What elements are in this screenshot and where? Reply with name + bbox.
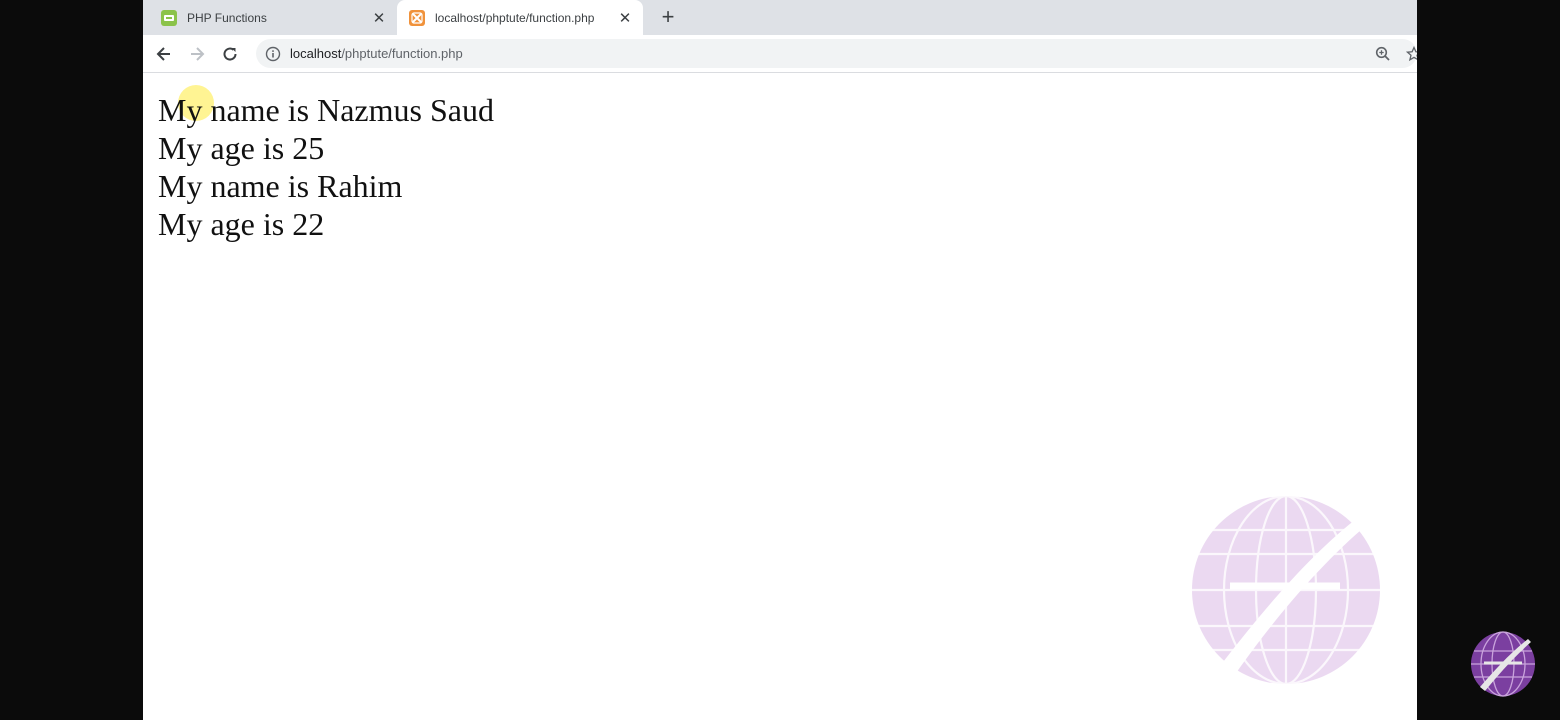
- globe-watermark-icon: [1192, 494, 1380, 686]
- url-path: /phptute/function.php: [341, 46, 463, 61]
- output-text: My name is Nazmus Saud My age is 25 My n…: [158, 91, 494, 243]
- browser-window: PHP Functions ✕ localhost/phptute/functi…: [143, 0, 1417, 720]
- url-host: localhost: [290, 46, 342, 61]
- close-tab-icon[interactable]: ✕: [369, 8, 389, 28]
- tab-strip: PHP Functions ✕ localhost/phptute/functi…: [143, 0, 1417, 35]
- site-info-icon[interactable]: [264, 45, 282, 63]
- forward-button[interactable]: [184, 41, 210, 67]
- reload-icon: [223, 47, 237, 61]
- output-line: My age is 25: [158, 130, 325, 166]
- php-favicon-icon: [161, 9, 177, 26]
- bookmark-star-icon[interactable]: [1403, 43, 1417, 65]
- output-line: My name is Nazmus Saud: [158, 92, 494, 128]
- forward-arrow-icon: [191, 47, 205, 61]
- left-letterbox: [0, 0, 143, 720]
- right-letterbox: [1417, 0, 1560, 720]
- tab-title: PHP Functions: [187, 10, 267, 25]
- browser-toolbar: localhost/phptute/function.php: [143, 35, 1417, 73]
- output-line: My age is 22: [158, 206, 325, 242]
- output-line: My name is Rahim: [158, 168, 403, 204]
- close-tab-icon[interactable]: ✕: [615, 8, 635, 28]
- page-content: My name is Nazmus Saud My age is 25 My n…: [143, 73, 1417, 720]
- url-text[interactable]: localhost/phptute/function.php: [290, 46, 463, 61]
- address-bar[interactable]: localhost/phptute/function.php: [256, 39, 1417, 68]
- tab-php-functions[interactable]: PHP Functions ✕: [143, 0, 397, 35]
- back-arrow-icon: [156, 47, 170, 61]
- xampp-favicon-icon: [409, 9, 425, 26]
- channel-logo-icon: [1471, 631, 1535, 697]
- new-tab-button[interactable]: +: [655, 4, 681, 30]
- reload-button[interactable]: [217, 41, 243, 67]
- tab-function-php[interactable]: localhost/phptute/function.php ✕: [397, 0, 643, 35]
- zoom-icon[interactable]: [1372, 43, 1394, 65]
- tab-title: localhost/phptute/function.php: [435, 10, 595, 25]
- back-button[interactable]: [151, 41, 177, 67]
